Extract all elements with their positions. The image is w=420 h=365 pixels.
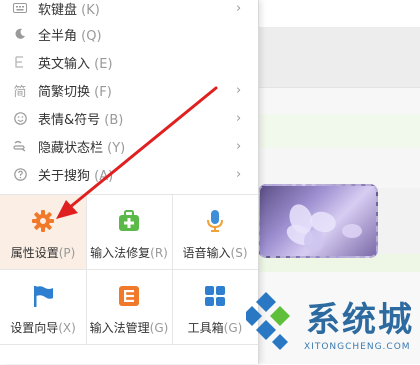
logo-diamond-icon xyxy=(246,292,290,350)
watermark-logo: 系统城 XITONGCHENG.COM xyxy=(246,286,416,364)
watermark-title: 系统城 xyxy=(306,300,414,340)
watermark-url: XITONGCHENG.COM xyxy=(304,342,411,352)
